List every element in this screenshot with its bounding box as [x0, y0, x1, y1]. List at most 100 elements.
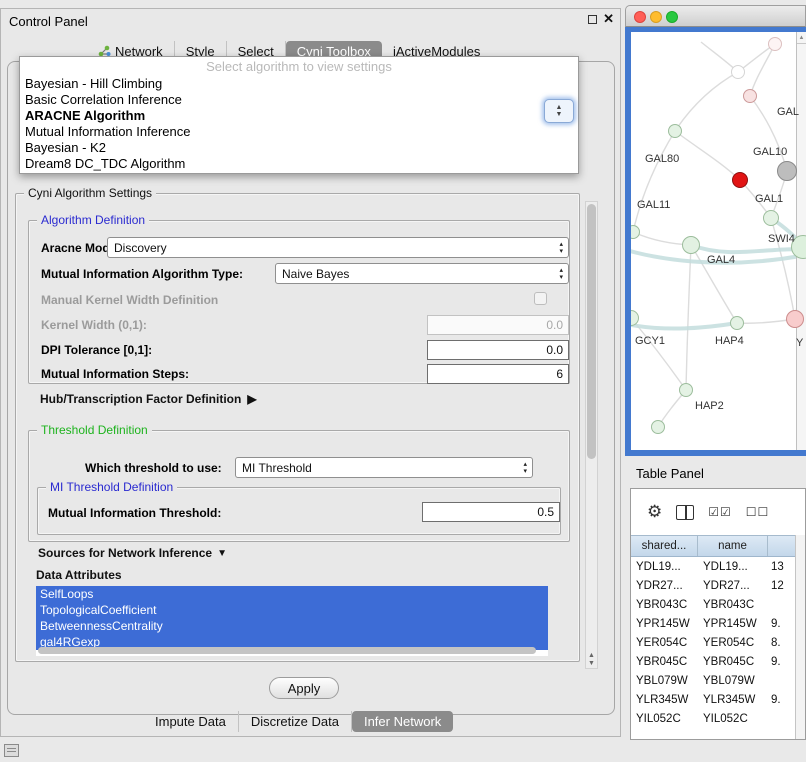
algorithm-combo-arrow-button[interactable]: ▲▼	[544, 99, 574, 123]
cyni-algorithm-settings-group: Cyni Algorithm Settings Algorithm Defini…	[15, 193, 580, 662]
network-node[interactable]	[743, 89, 757, 103]
cell-name: YIL052C	[698, 713, 768, 725]
network-node[interactable]	[786, 310, 804, 328]
mi-threshold-field[interactable]: 0.5	[422, 502, 560, 522]
kernel-width-field[interactable]: 0.0	[427, 315, 569, 335]
hub-transcription-factor-section[interactable]: Hub/Transcription Factor Definition ▶	[40, 392, 257, 406]
float-window-icon[interactable]	[588, 15, 597, 24]
algorithm-option[interactable]: Bayesian - K2	[20, 140, 578, 156]
network-node[interactable]	[777, 161, 797, 181]
attribute-item[interactable]: TopologicalCoefficient	[36, 602, 548, 618]
cell-shared-name: YDR27...	[631, 580, 698, 592]
tab-impute-data[interactable]: Impute Data	[143, 711, 239, 732]
table-body: YDL19... YDL19... 13 YDR27... YDR27... 1…	[631, 557, 797, 728]
restore-panel-icon[interactable]	[4, 744, 19, 757]
close-traffic-light-icon[interactable]	[634, 11, 646, 23]
network-node-label: GAL	[777, 106, 799, 118]
network-node[interactable]	[763, 210, 779, 226]
settings-scrollbar[interactable]: ▲▼	[585, 201, 598, 669]
network-node[interactable]	[651, 420, 665, 434]
algorithm-definition-group: Algorithm Definition Aracne Mode: Discov…	[28, 220, 570, 384]
table-panel-title: Table Panel	[636, 466, 704, 481]
horizontal-scrollbar[interactable]	[38, 647, 536, 654]
dpi-tolerance-field[interactable]: 0.0	[427, 340, 569, 360]
attribute-item[interactable]: SelfLoops	[36, 586, 548, 602]
apply-button[interactable]: Apply	[269, 677, 339, 699]
data-attributes-label: Data Attributes	[36, 568, 122, 582]
table-row[interactable]: YPR145W YPR145W 9.	[631, 614, 797, 633]
control-panel-title: Control Panel	[9, 14, 88, 29]
aracne-mode-select[interactable]: Discovery ▴▾	[107, 237, 569, 258]
mi-threshold-definition-group: MI Threshold Definition Mutual Informati…	[37, 487, 561, 535]
cell-shared-name: YBR043C	[631, 599, 698, 611]
algorithm-option[interactable]: Mutual Information Inference	[20, 124, 578, 140]
network-node[interactable]	[768, 37, 782, 51]
attribute-item[interactable]: BetweennessCentrality	[36, 618, 548, 634]
aracne-mode-value: Discovery	[114, 241, 167, 255]
cell-shared-name: YDL19...	[631, 561, 698, 573]
network-node[interactable]	[679, 383, 693, 397]
column-header[interactable]: shared...	[631, 536, 698, 556]
cell-value: 8.	[768, 637, 797, 649]
algorithm-option[interactable]: Dream8 DC_TDC Algorithm	[20, 156, 578, 172]
gear-icon[interactable]: ⚙	[647, 502, 662, 522]
which-threshold-value: MI Threshold	[242, 461, 312, 475]
cell-name: YDL19...	[698, 561, 768, 573]
cell-value: 9.	[768, 618, 797, 630]
bottom-tabs: Impute Data Discretize Data Infer Networ…	[143, 710, 453, 732]
close-icon[interactable]: ✕	[603, 13, 614, 25]
algorithm-dropdown-placeholder: Select algorithm to view settings	[20, 58, 578, 76]
zoom-traffic-light-icon[interactable]	[666, 11, 678, 23]
network-canvas[interactable]: ▲ GALGAL80GAL10GAL11GAL1SWI4GAL4GCY1HAP4…	[631, 32, 806, 450]
algorithm-option[interactable]: Bayesian - Hill Climbing	[20, 76, 578, 92]
tab-discretize-data[interactable]: Discretize Data	[239, 711, 352, 732]
table-row[interactable]: YBL079W YBL079W	[631, 671, 797, 690]
network-node[interactable]	[732, 172, 748, 188]
network-node[interactable]	[730, 316, 744, 330]
cell-shared-name: YER054C	[631, 637, 698, 649]
manual-kernel-label: Manual Kernel Width Definition	[41, 293, 218, 307]
dpi-tolerance-label: DPI Tolerance [0,1]:	[41, 343, 152, 357]
manual-kernel-checkbox[interactable]	[534, 292, 547, 305]
scrollbar-arrow-icon[interactable]: ▲	[797, 32, 806, 44]
table-row[interactable]: YBR045C YBR045C 9.	[631, 652, 797, 671]
algorithm-option[interactable]: Basic Correlation Inference	[20, 92, 578, 108]
which-threshold-select[interactable]: MI Threshold ▴▾	[235, 457, 533, 478]
table-row[interactable]: YDL19... YDL19... 13	[631, 557, 797, 576]
column-header[interactable]: name	[698, 536, 768, 556]
sources-section-header[interactable]: Sources for Network Inference ▼	[38, 546, 227, 560]
mi-type-select[interactable]: Naive Bayes ▴▾	[275, 263, 569, 284]
hub-section-label: Hub/Transcription Factor Definition	[40, 392, 241, 406]
network-window-titlebar[interactable]	[625, 5, 806, 27]
mi-threshold-label: Mutual Information Threshold:	[48, 506, 221, 520]
mi-steps-label: Mutual Information Steps:	[41, 367, 189, 381]
table-row[interactable]: YDR27... YDR27... 12	[631, 576, 797, 595]
cell-name: YPR145W	[698, 618, 768, 630]
network-node[interactable]	[668, 124, 682, 138]
table-row[interactable]: YLR345W YLR345W 9.	[631, 690, 797, 709]
table-row[interactable]: YER054C YER054C 8.	[631, 633, 797, 652]
network-node[interactable]	[731, 65, 745, 79]
network-view-window: ▲ GALGAL80GAL10GAL11GAL1SWI4GAL4GCY1HAP4…	[625, 5, 806, 456]
table-scrollbar[interactable]	[795, 535, 805, 740]
deselect-all-checkboxes-icon[interactable]: ☐☐	[746, 505, 770, 519]
columns-icon[interactable]	[676, 505, 694, 520]
network-node-label: GAL1	[755, 193, 783, 205]
network-node[interactable]	[682, 236, 700, 254]
scrollbar-arrows[interactable]: ▲▼	[586, 652, 597, 668]
mi-steps-field[interactable]: 6	[427, 364, 569, 384]
table-row[interactable]: YBR043C YBR043C	[631, 595, 797, 614]
minimize-traffic-light-icon[interactable]	[650, 11, 662, 23]
cell-name: YLR345W	[698, 694, 768, 706]
cell-name: YDR27...	[698, 580, 768, 592]
select-all-checkboxes-icon[interactable]: ☑☑	[708, 505, 732, 519]
tab-infer-network[interactable]: Infer Network	[352, 711, 453, 732]
cell-value: 9.	[768, 694, 797, 706]
data-attributes-list: SelfLoops TopologicalCoefficient Between…	[36, 586, 548, 656]
cell-value: 13	[768, 561, 797, 573]
cell-name: YER054C	[698, 637, 768, 649]
network-node-label: GAL80	[645, 153, 679, 165]
algorithm-option-selected[interactable]: ARACNE Algorithm	[20, 108, 578, 124]
scrollbar-thumb[interactable]	[587, 204, 596, 459]
table-row[interactable]: YIL052C YIL052C	[631, 709, 797, 728]
